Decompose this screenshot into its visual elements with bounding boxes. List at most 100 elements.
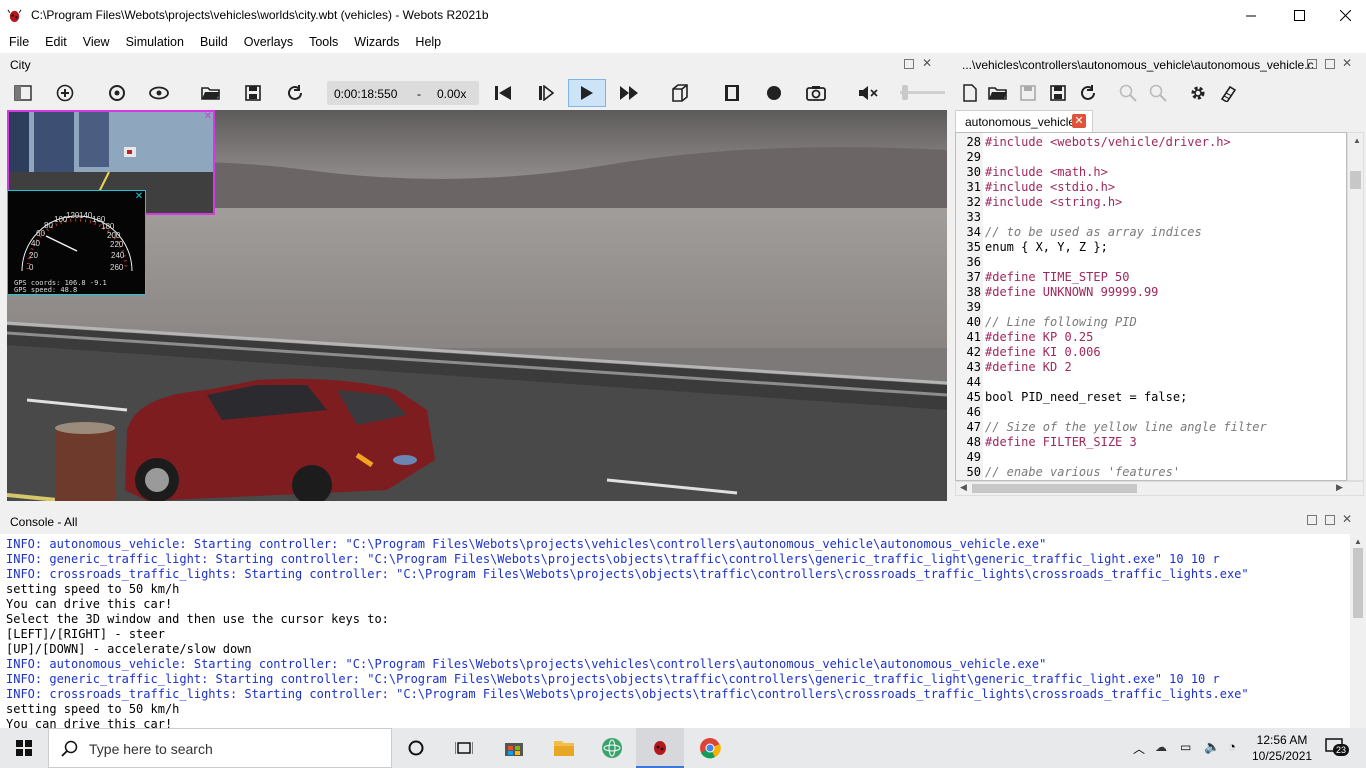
reset-simulation-button[interactable] [492,82,514,104]
close-button[interactable] [1322,0,1366,31]
editor-vertical-scrollbar[interactable]: ▲ [1347,132,1364,481]
code-line: 47 // Size of the yellow line angle filte… [956,420,1267,435]
taskbar-search-box[interactable]: Type here to search [48,728,392,768]
new-file-icon [963,84,977,102]
code-line: 30 #include <math.h> [956,165,1108,180]
show-hidden-icons-icon[interactable]: ︿ [1133,740,1145,757]
start-button[interactable] [0,728,48,768]
view-button[interactable] [148,82,170,104]
close-console-icon[interactable]: ✕ [1342,513,1352,525]
scroll-up-icon[interactable]: ▲ [1353,136,1361,145]
menu-edit[interactable]: Edit [36,31,74,53]
console-scroll-thumb[interactable] [1353,548,1363,618]
clean-button[interactable] [1217,82,1239,104]
build-settings-button[interactable] [1187,82,1209,104]
speedo-tick-200: 200 [107,231,121,240]
restore-viewpoint-button[interactable] [106,82,128,104]
step-button[interactable] [535,82,557,104]
cortana-button[interactable] [392,728,440,768]
menu-build[interactable]: Build [191,31,235,53]
maximize-editor-button[interactable] [1325,59,1335,69]
editor-horizontal-scrollbar[interactable]: ◀ ▶ [955,481,1364,496]
speedo-tick-240: 240 [111,251,125,260]
scroll-left-icon[interactable]: ◀ [960,482,967,493]
close-3d-panel-icon[interactable]: ✕ [922,57,932,69]
battery-icon[interactable]: ▭ [1180,740,1191,754]
replace-button[interactable] [1147,82,1169,104]
menu-overlays[interactable]: Overlays [235,31,300,53]
code-line: 39 [956,300,981,315]
mute-button[interactable] [857,82,879,104]
line-number: 32 [966,195,981,209]
menu-wizards[interactable]: Wizards [345,31,406,53]
open-file-button[interactable] [987,82,1009,104]
menu-file[interactable]: File [0,31,36,53]
screenshot-button[interactable] [805,82,827,104]
console-scroll-up-icon[interactable]: ▲ [1354,537,1362,546]
code-line: 41 #define KP 0.25 [956,330,1094,345]
clock-date[interactable]: 10/25/2021 [1252,749,1312,763]
atom-icon [602,738,622,758]
close-editor-panel-icon[interactable]: ✕ [1342,57,1352,69]
minimize-button[interactable] [1228,0,1274,31]
tray-app-icon[interactable]: ☁ [1155,740,1167,754]
undock-console-button[interactable] [1307,515,1317,525]
webots-taskbar-app[interactable] [636,728,684,768]
scroll-right-icon[interactable]: ▶ [1336,482,1343,493]
code-text: #include <stdio.h> [985,180,1115,195]
notifications-button[interactable]: 23 [1325,738,1350,758]
undock-editor-button[interactable] [1307,59,1317,69]
fast-forward-button[interactable] [618,82,640,104]
record-animation-button[interactable] [763,82,785,104]
code-line: 37 #define TIME_STEP 50 [956,270,1130,285]
volume-icon[interactable]: 🔈 [1204,739,1220,755]
close-tab-icon[interactable]: ✕ [1072,114,1086,128]
rendering-button[interactable] [669,82,691,104]
open-world-button[interactable] [200,82,222,104]
editor-scroll-thumb[interactable] [1350,171,1361,189]
line-number: 28 [966,135,981,149]
maximize-console-button[interactable] [1325,515,1335,525]
toggle-scene-tree-button[interactable] [12,82,34,104]
store-app[interactable] [490,728,538,768]
menu-tools[interactable]: Tools [300,31,345,53]
speedometer-overlay[interactable]: 0 20 40 60 80 100 120 140 160 180 200 22… [7,190,146,295]
close-camera-overlay-icon[interactable]: ✕ [203,112,213,122]
close-icon [1339,10,1351,21]
atom-app[interactable] [588,728,636,768]
console-output[interactable]: INFO: autonomous_vehicle: Starting contr… [0,534,1350,728]
menu-view[interactable]: View [74,31,117,53]
revert-file-button[interactable] [1077,82,1099,104]
reload-world-button[interactable] [284,82,306,104]
run-realtime-button[interactable] [568,79,606,107]
find-button[interactable] [1117,82,1139,104]
clock-time[interactable]: 12:56 AM [1252,733,1312,747]
folder-icon [554,741,574,756]
maximize-button[interactable] [1276,0,1322,31]
3d-view[interactable]: ✕ 0 20 40 60 80 100 120 140 160 180 200 … [7,110,947,501]
code-line: 32 #include <string.h> [956,195,1123,210]
console-scrollbar[interactable]: ▲ [1350,534,1366,728]
tab-autonomous-vehicle-c[interactable]: autonomous_vehicle.c ✕ [955,110,1093,132]
network-icon[interactable]: ◔ [1228,739,1236,754]
volume-slider[interactable] [900,85,945,101]
code-editor[interactable]: 28 #include <webots/vehicle/driver.h> 29 30… [955,132,1347,481]
save-as-button[interactable] [1047,82,1069,104]
editor-hscroll-thumb[interactable] [972,484,1137,493]
save-file-button[interactable] [1017,82,1039,104]
save-world-button[interactable] [242,82,264,104]
task-view-button[interactable] [440,728,488,768]
chrome-app[interactable] [686,728,734,768]
new-file-button[interactable] [959,82,981,104]
menu-help[interactable]: Help [406,31,448,53]
close-speedometer-overlay-icon[interactable]: ✕ [134,192,144,202]
add-node-button[interactable] [54,82,76,104]
search-icon [61,740,78,757]
code-line: 42 #define KI 0.006 [956,345,1101,360]
record-movie-button[interactable] [721,82,743,104]
file-explorer-app[interactable] [540,728,588,768]
menu-simulation[interactable]: Simulation [117,31,191,53]
play-icon [581,86,593,100]
undock-3d-button[interactable] [904,59,914,69]
line-number: 33 [966,210,981,224]
